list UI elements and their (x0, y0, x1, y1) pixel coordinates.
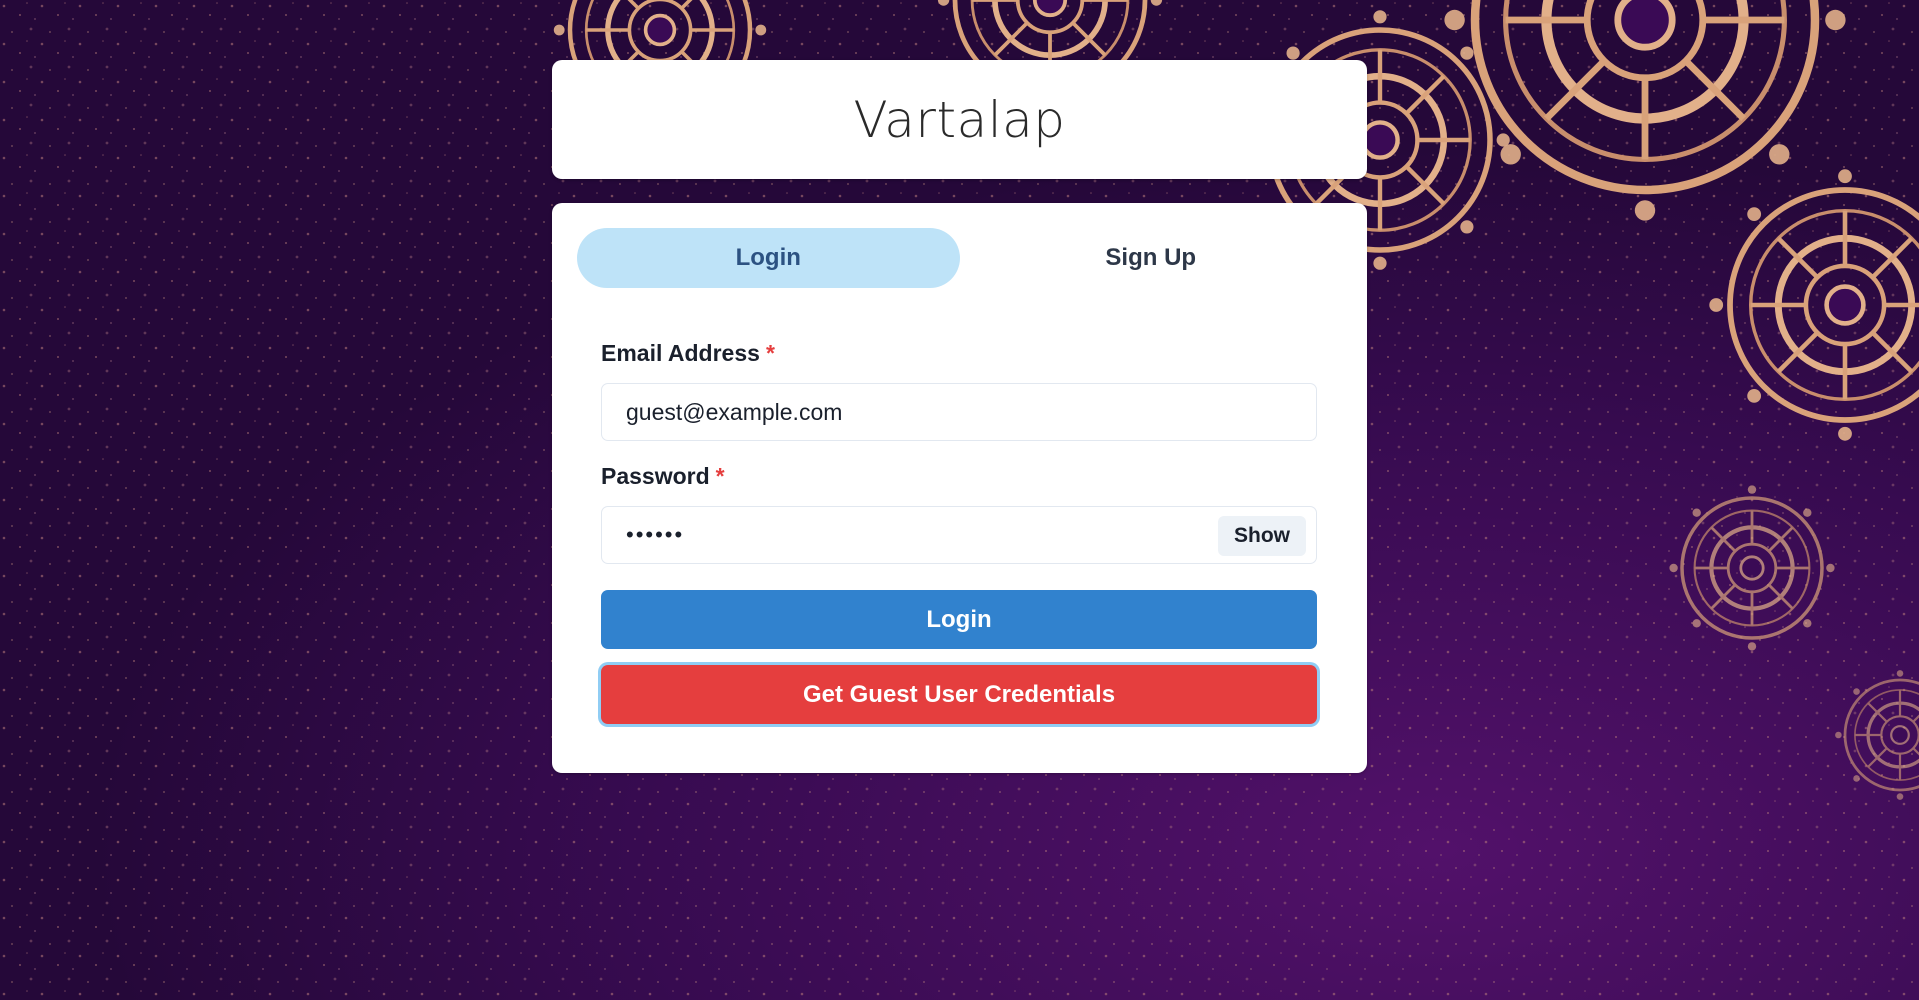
email-field[interactable]: guest@example.com (601, 383, 1317, 441)
auth-card: Login Sign Up Email Address * guest@examp… (552, 203, 1367, 773)
guest-credentials-button[interactable]: Get Guest User Credentials (601, 665, 1317, 724)
password-label: Password * (601, 463, 725, 490)
password-value: •••••• (626, 522, 685, 547)
title-card: Vartalap (552, 60, 1367, 179)
app-title: Vartalap (853, 90, 1066, 149)
password-field[interactable]: •••••• Show (601, 506, 1317, 564)
required-asterisk: * (715, 463, 725, 489)
required-asterisk: * (765, 340, 775, 366)
tab-sign-up[interactable]: Sign Up (960, 228, 1343, 288)
auth-tabs: Login Sign Up (577, 228, 1342, 288)
password-label-text: Password (601, 463, 710, 489)
login-button[interactable]: Login (601, 590, 1317, 649)
email-value: guest@example.com (626, 398, 843, 425)
email-label: Email Address * (601, 340, 775, 367)
show-password-button[interactable]: Show (1218, 516, 1306, 556)
tab-login[interactable]: Login (577, 228, 960, 288)
email-label-text: Email Address (601, 340, 760, 366)
